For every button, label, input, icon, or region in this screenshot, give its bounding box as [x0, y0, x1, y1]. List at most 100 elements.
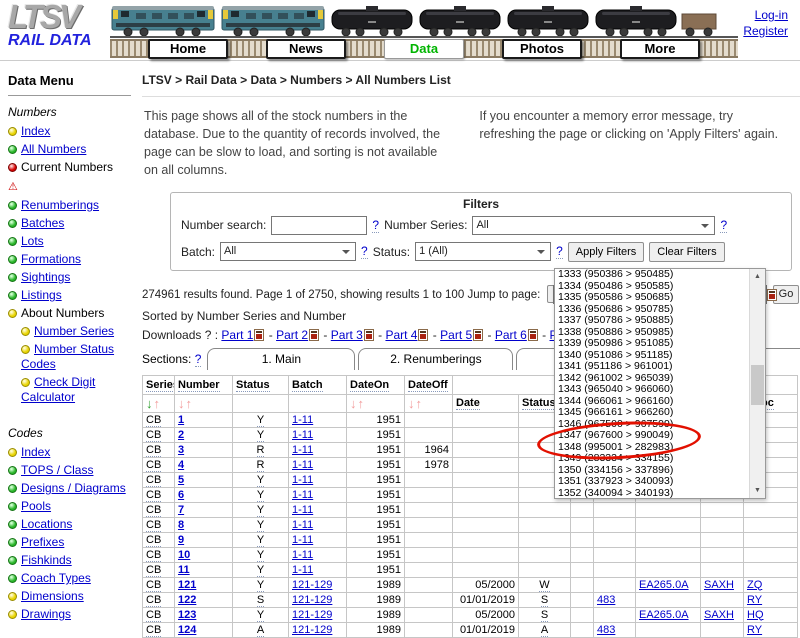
- cell-batch[interactable]: 121-129: [289, 592, 347, 607]
- cell-batch[interactable]: 1-11: [289, 562, 347, 577]
- dropdown-scrollbar[interactable]: ▲ ▼: [749, 269, 765, 498]
- cell-alloc[interactable]: [744, 547, 798, 562]
- pdf-icon[interactable]: [254, 329, 264, 341]
- sidebar-item-label[interactable]: Listings: [21, 288, 62, 302]
- cell-alloc[interactable]: [744, 502, 798, 517]
- dateoff-sort-arrows[interactable]: ↓↑: [405, 394, 453, 412]
- cell-design[interactable]: [636, 532, 701, 547]
- cell-design[interactable]: [636, 517, 701, 532]
- sidebar-item-label[interactable]: Prefixes: [21, 535, 64, 549]
- cell-batch[interactable]: 1-11: [289, 427, 347, 442]
- sidebar-item-label[interactable]: Batches: [21, 216, 64, 230]
- cell-batch[interactable]: 1-11: [289, 472, 347, 487]
- sidebar-item-label[interactable]: Locations: [21, 517, 72, 531]
- cell-design[interactable]: [636, 547, 701, 562]
- col-header-status[interactable]: Status: [233, 375, 289, 394]
- cell-class[interactable]: [594, 562, 636, 577]
- cell-batch[interactable]: 121-129: [289, 577, 347, 592]
- cell-cotype[interactable]: [701, 517, 744, 532]
- page-option[interactable]: 1339 (950986 > 951085): [555, 338, 749, 350]
- cell-number[interactable]: 11: [175, 562, 233, 577]
- nav-button[interactable]: Data: [384, 39, 464, 59]
- cell-design[interactable]: EA265.0A: [636, 607, 701, 622]
- dateon-sort-arrows[interactable]: ↓↑: [347, 394, 405, 412]
- cell-batch[interactable]: 1-11: [289, 532, 347, 547]
- pdf-icon[interactable]: [418, 329, 428, 341]
- nav-button[interactable]: More: [620, 39, 700, 59]
- sidebar-item-label[interactable]: Pools: [21, 499, 51, 513]
- cell-number[interactable]: 4: [175, 457, 233, 472]
- page-option[interactable]: 1337 (950786 > 950885): [555, 315, 749, 327]
- col-header-batch[interactable]: Batch: [289, 375, 347, 394]
- sidebar-item-label[interactable]: Number Series: [34, 324, 114, 338]
- number-series-help-link[interactable]: ?: [720, 218, 727, 233]
- sidebar-item-label[interactable]: Lots: [21, 234, 44, 248]
- site-logo[interactable]: LTSV RAIL DATA: [8, 2, 118, 50]
- download-part-link[interactable]: Part 2: [276, 328, 308, 342]
- cell-design[interactable]: [636, 622, 701, 637]
- batch-help-link[interactable]: ?: [361, 244, 368, 259]
- sidebar-item-label[interactable]: Coach Types: [21, 571, 91, 585]
- cell-cotype[interactable]: [701, 592, 744, 607]
- cell-number[interactable]: 5: [175, 472, 233, 487]
- nav-button[interactable]: Photos: [502, 39, 582, 59]
- register-link[interactable]: Register: [743, 23, 788, 39]
- sidebar-item-label[interactable]: Designs / Diagrams: [21, 481, 126, 495]
- clear-filters-button[interactable]: Clear Filters: [649, 242, 724, 262]
- page-option[interactable]: 1333 (950386 > 950485): [555, 269, 749, 281]
- scroll-down-icon[interactable]: ▼: [750, 483, 765, 498]
- cell-alloc[interactable]: [744, 562, 798, 577]
- col-header-series[interactable]: Series: [143, 375, 175, 394]
- cell-batch[interactable]: 1-11: [289, 547, 347, 562]
- cell-batch[interactable]: 1-11: [289, 457, 347, 472]
- batch-select[interactable]: All: [220, 242, 356, 261]
- cell-class[interactable]: [594, 517, 636, 532]
- sidebar-item-label[interactable]: Sightings: [21, 270, 70, 284]
- sidebar-item-label[interactable]: Renumberings: [21, 198, 99, 212]
- series-sort-arrows[interactable]: ↓↑: [143, 394, 175, 412]
- cell-class[interactable]: [594, 502, 636, 517]
- sidebar-item-label[interactable]: Fishkinds: [21, 553, 72, 567]
- scrollbar-thumb[interactable]: [751, 365, 764, 405]
- cell-batch[interactable]: 1-11: [289, 502, 347, 517]
- cell-cotype[interactable]: SAXH: [701, 577, 744, 592]
- cell-cotype[interactable]: [701, 502, 744, 517]
- cell-alloc[interactable]: RY: [744, 592, 798, 607]
- cell-batch[interactable]: 1-11: [289, 517, 347, 532]
- cell-design[interactable]: [636, 592, 701, 607]
- col-header-dateon[interactable]: DateOn: [347, 375, 405, 394]
- cell-batch[interactable]: 1-11: [289, 442, 347, 457]
- download-part-link[interactable]: Part 6: [495, 328, 527, 342]
- cell-class[interactable]: [594, 532, 636, 547]
- cell-alloc[interactable]: [744, 517, 798, 532]
- page-option[interactable]: 1352 (340094 > 340193): [555, 488, 749, 499]
- cell-number[interactable]: 121: [175, 577, 233, 592]
- download-part-link[interactable]: Part 1: [221, 328, 253, 342]
- cell-number[interactable]: 3: [175, 442, 233, 457]
- page-option[interactable]: 1341 (951186 > 961001): [555, 361, 749, 373]
- sidebar-item-label[interactable]: TOPS / Class: [21, 463, 93, 477]
- cell-alloc[interactable]: [744, 532, 798, 547]
- cell-design[interactable]: [636, 502, 701, 517]
- download-part-link[interactable]: Part 5: [440, 328, 472, 342]
- sidebar-item-label[interactable]: Index: [21, 124, 50, 138]
- login-link[interactable]: Log-in: [743, 7, 788, 23]
- sections-help-link[interactable]: ?: [195, 352, 202, 367]
- cell-number[interactable]: 2: [175, 427, 233, 442]
- cell-cotype[interactable]: SAXH: [701, 607, 744, 622]
- section-tab[interactable]: 1. Main: [207, 348, 355, 370]
- nav-button[interactable]: News: [266, 39, 346, 59]
- cell-batch[interactable]: 1-11: [289, 487, 347, 502]
- page-option[interactable]: 1351 (337923 > 340093): [555, 476, 749, 488]
- number-sort-arrows[interactable]: ↓↑: [175, 394, 233, 412]
- cell-number[interactable]: 10: [175, 547, 233, 562]
- pdf-icon[interactable]: [473, 329, 483, 341]
- cell-batch[interactable]: 121-129: [289, 622, 347, 637]
- page-option[interactable]: 1345 (966161 > 966260): [555, 407, 749, 419]
- cell-number[interactable]: 9: [175, 532, 233, 547]
- download-part-link[interactable]: Part 4: [385, 328, 417, 342]
- sidebar-item-label[interactable]: Dimensions: [21, 589, 84, 603]
- cell-alloc[interactable]: RY: [744, 622, 798, 637]
- status-select[interactable]: 1 (All): [415, 242, 551, 261]
- cell-cotype[interactable]: [701, 562, 744, 577]
